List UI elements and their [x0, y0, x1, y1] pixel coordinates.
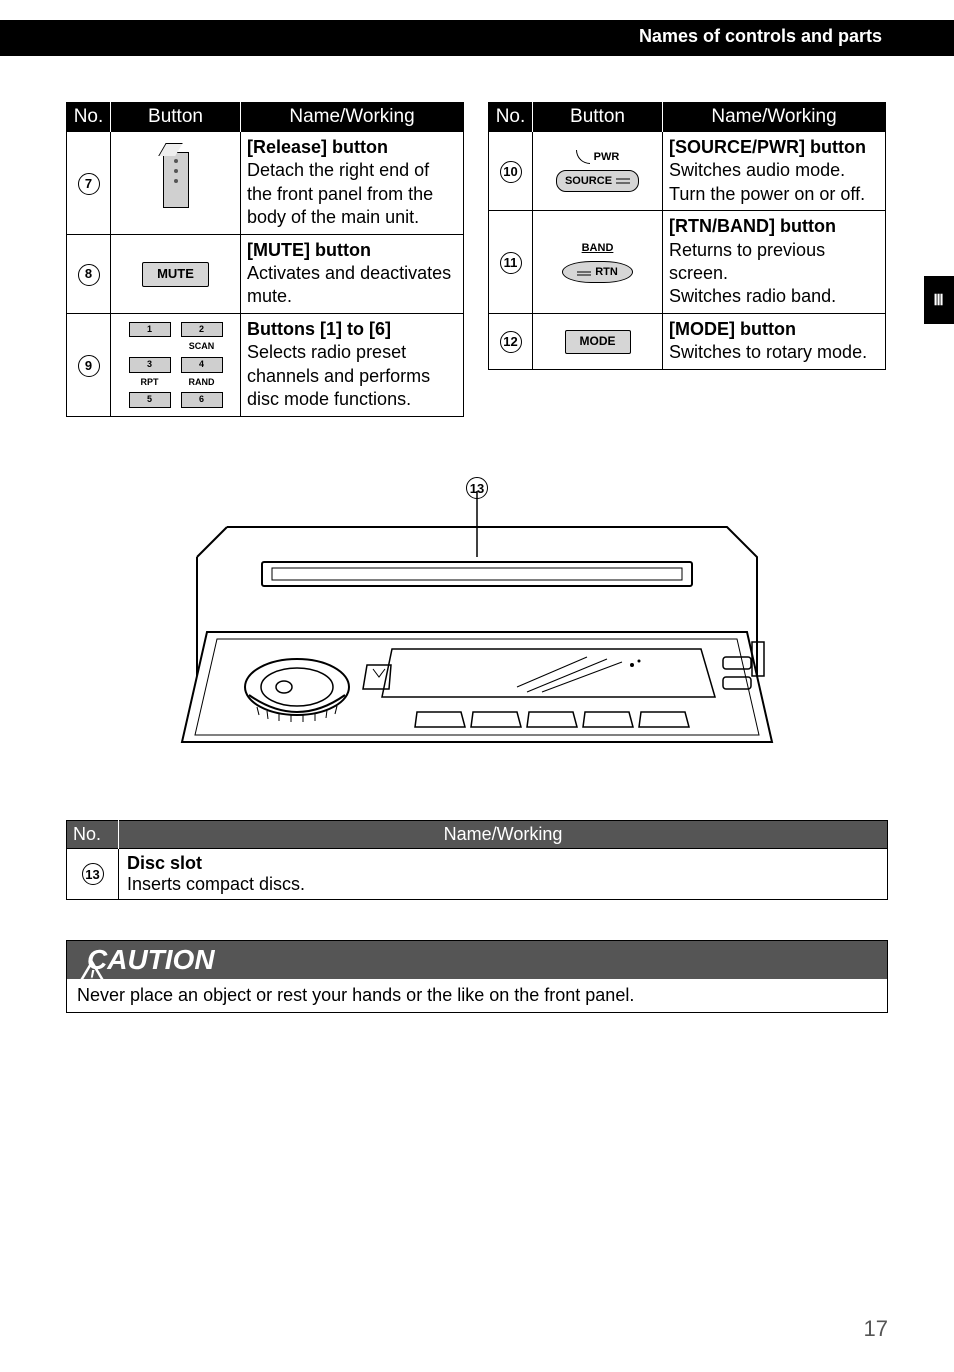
- row-desc: Switches to rotary mode.: [669, 342, 867, 362]
- mute-button-icon: MUTE: [142, 262, 209, 287]
- row-desc: Activates and deactivates mute.: [247, 263, 451, 306]
- unit-diagram: 13: [66, 487, 888, 782]
- col-header-no: No.: [67, 103, 111, 132]
- row-desc: Switches audio mode.: [669, 160, 845, 180]
- button-illustration-mute: MUTE: [111, 234, 241, 313]
- caution-heading: ! CAUTION: [67, 941, 887, 979]
- car-stereo-illustration: [167, 487, 787, 777]
- table-row: 7 [Release] button Detach the right end …: [67, 132, 464, 235]
- row-number: 11: [500, 252, 522, 274]
- release-button-icon: [163, 152, 189, 208]
- col-header-namework: Name/Working: [663, 103, 886, 132]
- source-knob-icon: SOURCE: [556, 170, 639, 192]
- col-header-no: No.: [67, 821, 119, 849]
- rtn-knob-icon: RTN: [562, 261, 633, 283]
- pwr-label: PWR: [594, 150, 620, 164]
- row-number: 9: [78, 355, 100, 377]
- caution-body: Never place an object or rest your hands…: [67, 979, 887, 1012]
- scan-label: SCAN: [181, 341, 223, 353]
- row-desc: Returns to previous screen.: [669, 240, 825, 283]
- diagram-callout-number: 13: [466, 477, 488, 499]
- col-header-namework: Name/Working: [119, 821, 888, 849]
- row-title: [RTN/BAND] button: [669, 216, 836, 236]
- row-desc: Turn the power on or off.: [669, 184, 865, 204]
- row-desc: Selects radio preset channels and perfor…: [247, 342, 430, 409]
- button-illustration-preset-1to6: 1 2 SCAN 3 4 RPT RAND 5 6: [111, 313, 241, 416]
- row-title: Disc slot: [127, 853, 202, 873]
- row-number: 7: [78, 173, 100, 195]
- row-desc: Detach the right end of the front panel …: [247, 160, 433, 227]
- row-title: Buttons [1] to [6]: [247, 319, 391, 339]
- col-header-button: Button: [111, 103, 241, 132]
- row-title: [Release] button: [247, 137, 388, 157]
- row-title: [MODE] button: [669, 319, 796, 339]
- knob-lines-icon: [577, 267, 591, 277]
- preset-5-icon: 5: [129, 392, 171, 408]
- caution-box: ! CAUTION Never place an object or rest …: [66, 940, 888, 1013]
- button-illustration-rtn-band: BAND RTN: [533, 211, 663, 314]
- button-illustration-source-pwr: PWR SOURCE: [533, 132, 663, 211]
- col-header-button: Button: [533, 103, 663, 132]
- button-illustration-mode: MODE: [533, 313, 663, 369]
- mode-button-icon: MODE: [565, 330, 631, 354]
- preset-4-icon: 4: [181, 357, 223, 373]
- preset-6-icon: 6: [181, 392, 223, 408]
- preset-1-icon: 1: [129, 322, 171, 338]
- row-number: 13: [82, 863, 104, 885]
- preset-2-icon: 2: [181, 322, 223, 338]
- table-row: 9 1 2 SCAN 3 4 RPT RAND 5 6: [67, 313, 464, 416]
- page-number: 17: [864, 1316, 888, 1342]
- row-number: 8: [78, 264, 100, 286]
- chapter-tab: Ⅲ: [924, 276, 954, 324]
- row-number: 12: [500, 331, 522, 353]
- table-row: 10 PWR SOURCE [SOURCE/PWR] button Switch…: [489, 132, 886, 211]
- row-title: [SOURCE/PWR] button: [669, 137, 866, 157]
- knob-lines-icon: [616, 176, 630, 186]
- row-number: 10: [500, 161, 522, 183]
- table-row: 8 MUTE [MUTE] button Activates and deact…: [67, 234, 464, 313]
- row-desc: Inserts compact discs.: [127, 874, 305, 894]
- controls-table-right: No. Button Name/Working 10 PWR SOURCE: [488, 102, 886, 370]
- section-title: Names of controls and parts: [639, 26, 882, 47]
- col-header-namework: Name/Working: [241, 103, 464, 132]
- col-header-no: No.: [489, 103, 533, 132]
- table-row: 11 BAND RTN [RTN/BAND] button Returns to…: [489, 211, 886, 314]
- arc-icon: [576, 150, 590, 164]
- band-label: BAND: [582, 241, 614, 255]
- rand-label: RAND: [181, 377, 223, 389]
- source-label: SOURCE: [565, 174, 612, 188]
- header-bar: Names of controls and parts: [0, 20, 954, 56]
- row-title: [MUTE] button: [247, 240, 371, 260]
- table-row: 13 Disc slot Inserts compact discs.: [67, 849, 888, 900]
- controls-table-left: No. Button Name/Working 7 [Release] butt…: [66, 102, 464, 417]
- button-illustration-release: [111, 132, 241, 235]
- rpt-label: RPT: [129, 377, 171, 389]
- svg-text:!: !: [89, 968, 95, 985]
- disc-slot-table: No. Name/Working 13 Disc slot Inserts co…: [66, 820, 888, 900]
- row-desc: Switches radio band.: [669, 286, 836, 306]
- rtn-label: RTN: [595, 265, 618, 279]
- preset-3-icon: 3: [129, 357, 171, 373]
- table-row: 12 MODE [MODE] button Switches to rotary…: [489, 313, 886, 369]
